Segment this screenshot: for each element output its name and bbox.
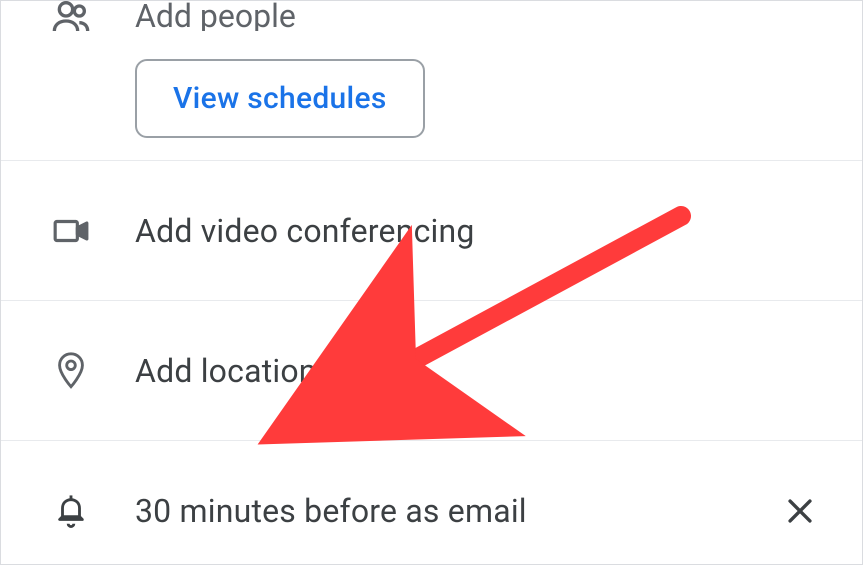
video-camera-icon (51, 212, 91, 250)
remove-notification-button[interactable] (778, 489, 822, 533)
video-conferencing-row[interactable]: Add video conferencing (1, 161, 862, 301)
view-schedules-label: View schedules (173, 81, 387, 116)
view-schedules-button[interactable]: View schedules (135, 59, 425, 138)
location-label: Add location (135, 352, 822, 390)
add-people-row[interactable]: Add people (51, 1, 822, 31)
people-section: Add people View schedules (1, 1, 862, 161)
location-pin-icon (51, 351, 91, 391)
add-people-label: Add people (135, 1, 296, 31)
location-row[interactable]: Add location (1, 301, 862, 441)
notification-label: 30 minutes before as email (135, 492, 758, 530)
people-icon (51, 1, 91, 31)
notification-row[interactable]: 30 minutes before as email (1, 441, 862, 581)
bell-icon (51, 492, 91, 530)
close-icon (783, 494, 817, 528)
video-conferencing-label: Add video conferencing (135, 212, 822, 250)
